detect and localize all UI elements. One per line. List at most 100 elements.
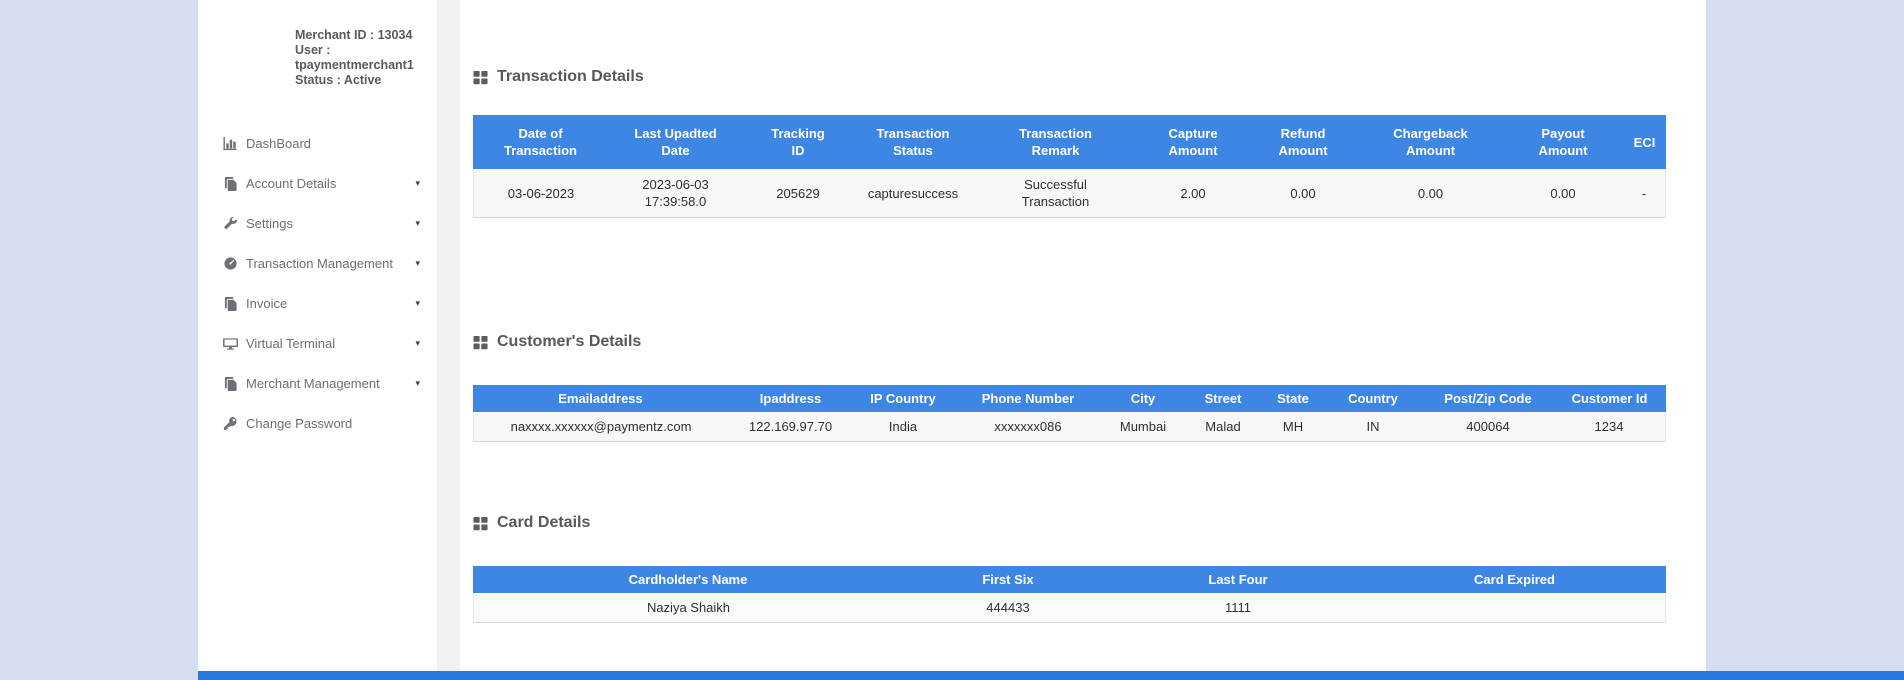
table-header-row: Date of Transaction Last Upadted Date Tr… <box>473 115 1666 169</box>
column-header: Date of Transaction <box>473 115 608 169</box>
sidebar-item-label: Settings <box>246 215 293 231</box>
column-header: Phone Number <box>953 385 1103 412</box>
sidebar-item-transaction-management[interactable]: Transaction Management ▾ <box>198 243 437 283</box>
sidebar-item-label: Merchant Management <box>246 375 380 391</box>
user-label-text: User : <box>295 43 331 57</box>
column-header: Emailaddress <box>473 385 728 412</box>
chevron-down-icon: ▾ <box>415 297 420 308</box>
cell-email-address: naxxxx.xxxxxx@paymentz.com <box>473 412 728 442</box>
sidebar-item-settings[interactable]: Settings ▾ <box>198 203 437 243</box>
file-copy-icon <box>222 375 238 391</box>
key-icon <box>222 415 238 431</box>
cell-ip-address: 122.169.97.70 <box>728 412 853 442</box>
column-header: Transaction Status <box>853 115 973 169</box>
column-header: Capture Amount <box>1138 115 1248 169</box>
card-details-table: Cardholder's Name First Six Last Four Ca… <box>473 566 1666 623</box>
cell-capture-amount: 2.00 <box>1138 169 1248 218</box>
column-header: Cardholder's Name <box>473 566 903 593</box>
column-header: Payout Amount <box>1503 115 1623 169</box>
column-header: Post/Zip Code <box>1423 385 1553 412</box>
chevron-down-icon: ▾ <box>415 177 420 188</box>
cell-eci: - <box>1623 169 1666 218</box>
cell-post-zip-code: 400064 <box>1423 412 1553 442</box>
file-copy-icon <box>222 295 238 311</box>
merchant-id-text: Merchant ID : 13034 <box>295 28 413 42</box>
cell-customer-id: 1234 <box>1553 412 1666 442</box>
grid-icon <box>473 516 488 531</box>
column-header: State <box>1263 385 1323 412</box>
section-title-text: Card Details <box>497 514 591 531</box>
sidebar-item-label: Invoice <box>246 295 288 311</box>
cell-state: MH <box>1263 412 1323 442</box>
cell-phone-number: xxxxxxx086 <box>953 412 1103 442</box>
cell-refund-amount: 0.00 <box>1248 169 1358 218</box>
sidebar-item-label: DashBoard <box>246 135 312 151</box>
column-header: Card Expired <box>1363 566 1666 593</box>
sidebar-main-divider <box>437 0 460 680</box>
column-header: Refund Amount <box>1248 115 1358 169</box>
gauge-icon <box>222 255 238 271</box>
merchant-info: Merchant ID : 13034 User : tpaymentmerch… <box>295 28 429 88</box>
section-title-text: Transaction Details <box>497 68 644 85</box>
column-header: ECI <box>1623 115 1666 169</box>
cell-country: IN <box>1323 412 1423 442</box>
chevron-down-icon: ▾ <box>415 377 420 388</box>
cell-last-updated-date: 2023-06-03 17:39:58.0 <box>608 169 743 218</box>
column-header: First Six <box>903 566 1113 593</box>
sidebar-item-label: Account Details <box>246 175 337 191</box>
sidebar-item-account-details[interactable]: Account Details ▾ <box>198 163 437 203</box>
main-content: Transaction Details Date of Transaction … <box>460 0 1706 680</box>
footer-bar <box>198 671 1904 680</box>
cell-date-of-transaction: 03-06-2023 <box>473 169 608 218</box>
cell-last-four: 1111 <box>1113 593 1363 623</box>
grid-icon <box>473 335 488 350</box>
column-header: City <box>1103 385 1183 412</box>
chevron-down-icon: ▾ <box>415 337 420 348</box>
grid-icon <box>473 70 488 85</box>
sidebar-item-change-password[interactable]: Change Password <box>198 403 437 443</box>
column-header: Ipaddress <box>728 385 853 412</box>
table-row: Naziya Shaikh 444433 1111 <box>473 593 1666 623</box>
cell-payout-amount: 0.00 <box>1503 169 1623 218</box>
sidebar-item-dashboard[interactable]: DashBoard <box>198 123 437 163</box>
cell-street: Malad <box>1183 412 1263 442</box>
column-header: Street <box>1183 385 1263 412</box>
sidebar-nav: DashBoard Account Details ▾ Settings ▾ T… <box>198 123 437 443</box>
column-header: Last Upadted Date <box>608 115 743 169</box>
customer-details-table: Emailaddress Ipaddress IP Country Phone … <box>473 385 1666 442</box>
column-header: IP Country <box>853 385 953 412</box>
sidebar-item-virtual-terminal[interactable]: Virtual Terminal ▾ <box>198 323 437 363</box>
cell-transaction-remark: Successful Transaction <box>973 169 1138 218</box>
cell-tracking-id: 205629 <box>743 169 853 218</box>
section-title-card-details: Card Details <box>473 512 1666 534</box>
section-title-customers-details: Customer's Details <box>473 331 1666 353</box>
cell-ip-country: India <box>853 412 953 442</box>
wrench-icon <box>222 215 238 231</box>
file-copy-icon <box>222 175 238 191</box>
column-header: Chargeback Amount <box>1358 115 1503 169</box>
section-title-text: Customer's Details <box>497 333 642 350</box>
status-text: Status : Active <box>295 73 382 87</box>
bar-chart-icon <box>222 135 238 151</box>
sidebar-item-label: Change Password <box>246 415 353 431</box>
table-row: 03-06-2023 2023-06-03 17:39:58.0 205629 … <box>473 169 1666 218</box>
sidebar-item-merchant-management[interactable]: Merchant Management ▾ <box>198 363 437 403</box>
cell-cardholder-name: Naziya Shaikh <box>473 593 903 623</box>
cell-first-six: 444433 <box>903 593 1113 623</box>
sidebar-item-invoice[interactable]: Invoice ▾ <box>198 283 437 323</box>
transaction-details-table: Date of Transaction Last Upadted Date Tr… <box>473 115 1666 218</box>
cell-transaction-status: capturesuccess <box>853 169 973 218</box>
column-header: Country <box>1323 385 1423 412</box>
desktop-icon <box>222 335 238 351</box>
table-header-row: Cardholder's Name First Six Last Four Ca… <box>473 566 1666 593</box>
sidebar-item-label: Transaction Management <box>246 255 393 271</box>
column-header: Last Four <box>1113 566 1363 593</box>
sidebar: Merchant ID : 13034 User : tpaymentmerch… <box>198 0 437 680</box>
user-name-text: tpaymentmerchant1 <box>295 58 414 72</box>
section-title-transaction-details: Transaction Details <box>473 66 1666 88</box>
chevron-down-icon: ▾ <box>415 257 420 268</box>
cell-chargeback-amount: 0.00 <box>1358 169 1503 218</box>
column-header: Customer Id <box>1553 385 1666 412</box>
column-header: Transaction Remark <box>973 115 1138 169</box>
sidebar-item-label: Virtual Terminal <box>246 335 336 351</box>
